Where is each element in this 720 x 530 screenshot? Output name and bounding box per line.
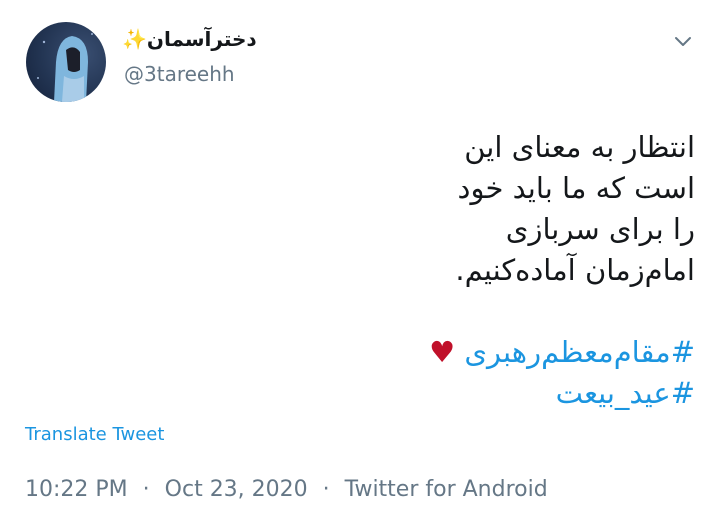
hashtag-link[interactable]: #مقام‌معظم‌رهبری (464, 335, 695, 369)
heart-icon: ♥ (429, 335, 456, 369)
tweet-line: است که ما باید خود (457, 171, 695, 205)
username-handle[interactable]: @3tareehh (124, 62, 235, 86)
avatar[interactable] (26, 22, 106, 102)
hashtag-line: #عید_بیعت (135, 373, 695, 414)
tweet-line: امام‌زمان آماده‌کنیم. (455, 253, 695, 287)
translate-tweet-link[interactable]: Translate Tweet (25, 424, 164, 445)
separator: · (322, 477, 330, 502)
tweet-text: انتظار به معنای این است که ما باید خود ر… (135, 127, 695, 414)
tweet-source[interactable]: Twitter for Android (345, 477, 548, 502)
tweet-metadata: 10:22 PM · Oct 23, 2020 · Twitter for An… (25, 477, 548, 502)
hashtag-link[interactable]: #عید_بیعت (556, 376, 695, 410)
separator: · (142, 477, 150, 502)
tweet-line: انتظار به معنای این (464, 130, 695, 164)
tweet-time[interactable]: 10:22 PM (25, 477, 128, 502)
chevron-down-icon[interactable] (672, 30, 694, 52)
display-name[interactable]: دخترآسمان✨ (122, 27, 257, 51)
tweet-line: را برای سربازی (505, 212, 695, 246)
hashtag-line: #مقام‌معظم‌رهبری ♥ (135, 332, 695, 373)
tweet-date[interactable]: Oct 23, 2020 (165, 477, 308, 502)
